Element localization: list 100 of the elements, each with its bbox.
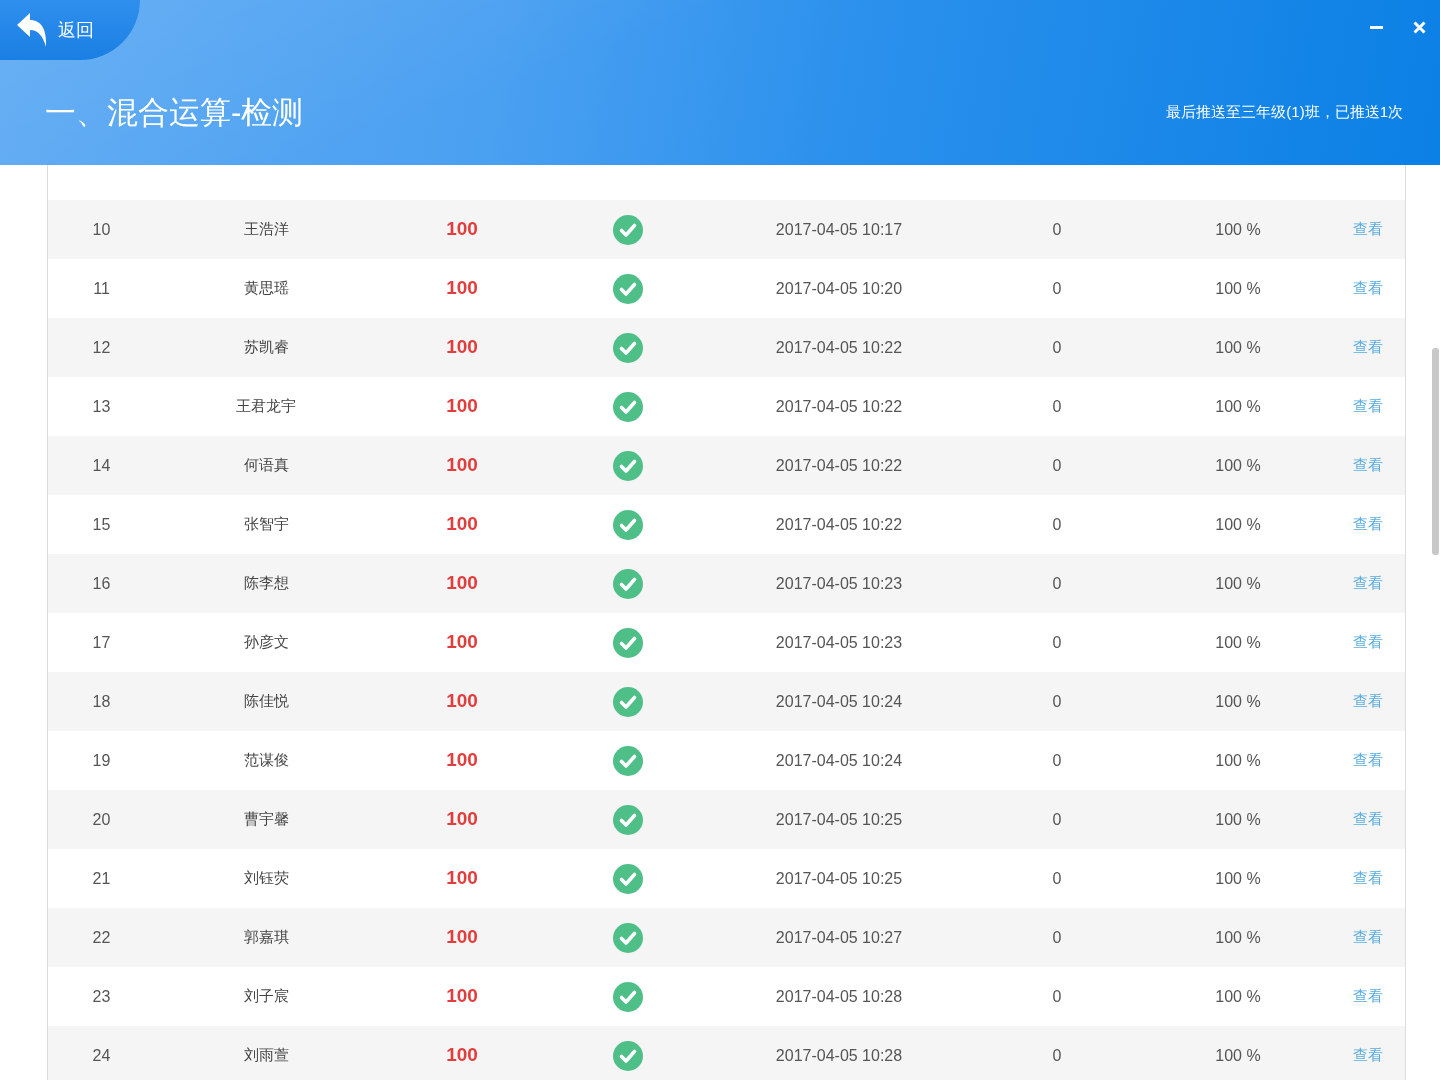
view-link[interactable]: 查看: [1353, 395, 1383, 418]
time-text: 2017-04-05 10:22: [775, 396, 903, 417]
percent-text: 100 %: [1215, 1045, 1261, 1066]
table-cell-text: 0: [1052, 868, 1062, 889]
time-text: 2017-04-05 10:25: [775, 868, 903, 889]
score-text: 100: [446, 335, 478, 360]
percent-text: 100 %: [1215, 868, 1261, 889]
row-number: 17: [92, 632, 111, 653]
view-link[interactable]: 查看: [1353, 218, 1383, 241]
table-cell-text: 0: [1052, 927, 1062, 948]
score-text: 100: [446, 866, 478, 891]
table-cell-text: 0: [1052, 573, 1062, 594]
student-name: 何语真: [243, 455, 289, 476]
student-name: 孙彦文: [243, 632, 289, 653]
table-cell-text: 0: [1052, 632, 1062, 653]
percent-text: 100 %: [1215, 219, 1261, 240]
time-text: 2017-04-05 10:22: [775, 337, 903, 358]
table-cell-text: 0: [1052, 396, 1062, 417]
time-text: 2017-04-05 10:24: [775, 750, 903, 771]
score-text: 100: [446, 453, 478, 478]
time-text: 2017-04-05 10:28: [775, 986, 903, 1007]
table-cell-text: 0: [1052, 1045, 1062, 1066]
view-link[interactable]: 查看: [1353, 985, 1383, 1008]
view-link[interactable]: 查看: [1353, 572, 1383, 595]
percent-text: 100 %: [1215, 514, 1261, 535]
percent-text: 100 %: [1215, 573, 1261, 594]
close-icon[interactable]: [1413, 21, 1426, 34]
time-text: 2017-04-05 10:22: [775, 455, 903, 476]
score-text: 100: [446, 689, 478, 714]
score-text: 100: [446, 394, 478, 419]
view-link[interactable]: 查看: [1353, 808, 1383, 831]
time-text: 2017-04-05 10:23: [775, 573, 903, 594]
score-text: 100: [446, 925, 478, 950]
row-number: 13: [92, 396, 111, 417]
percent-text: 100 %: [1215, 986, 1261, 1007]
table-cell-text: 0: [1052, 455, 1062, 476]
view-link[interactable]: 查看: [1353, 454, 1383, 477]
score-text: 100: [446, 1043, 478, 1068]
student-name: 陈佳悦: [243, 691, 289, 712]
student-name: 苏凯睿: [243, 337, 289, 358]
scrollbar-thumb[interactable]: [1432, 348, 1439, 555]
percent-text: 100 %: [1215, 396, 1261, 417]
view-link[interactable]: 查看: [1353, 926, 1383, 949]
row-number: 21: [92, 868, 111, 889]
time-text: 2017-04-05 10:25: [775, 809, 903, 830]
percent-text: 100 %: [1215, 337, 1261, 358]
row-number: 15: [92, 514, 111, 535]
percent-text: 100 %: [1215, 750, 1261, 771]
score-text: 100: [446, 217, 478, 242]
time-text: 2017-04-05 10:27: [775, 927, 903, 948]
push-status-text: 最后推送至三年级(1)班，已推送1次: [1166, 102, 1403, 123]
percent-text: 100 %: [1215, 691, 1261, 712]
score-text: 100: [446, 807, 478, 832]
row-number: 24: [92, 1045, 111, 1066]
row-number: 10: [92, 219, 111, 240]
score-text: 100: [446, 630, 478, 655]
score-text: 100: [446, 276, 478, 301]
row-number: 19: [92, 750, 111, 771]
view-link[interactable]: 查看: [1353, 1044, 1383, 1067]
view-link[interactable]: 查看: [1353, 631, 1383, 654]
view-link[interactable]: 查看: [1353, 749, 1383, 772]
percent-text: 100 %: [1215, 278, 1261, 299]
row-number: 16: [92, 573, 111, 594]
time-text: 2017-04-05 10:28: [775, 1045, 903, 1066]
view-link[interactable]: 查看: [1353, 513, 1383, 536]
score-text: 100: [446, 748, 478, 773]
student-name: 陈李想: [243, 573, 289, 594]
score-text: 100: [446, 571, 478, 596]
back-arrow-icon: [16, 12, 48, 48]
view-link[interactable]: 查看: [1353, 690, 1383, 713]
table-cell-text: 0: [1052, 986, 1062, 1007]
row-number: 18: [92, 691, 111, 712]
student-name: 刘子宸: [243, 986, 289, 1007]
row-number: 14: [92, 455, 111, 476]
student-name: 刘钰荧: [243, 868, 289, 889]
view-link[interactable]: 查看: [1353, 867, 1383, 890]
time-text: 2017-04-05 10:22: [775, 514, 903, 535]
student-name: 黄思瑶: [243, 278, 289, 299]
table-cell-text: 0: [1052, 809, 1062, 830]
student-name: 王浩洋: [243, 219, 289, 240]
row-number: 20: [92, 809, 111, 830]
view-link[interactable]: 查看: [1353, 277, 1383, 300]
row-number: 11: [93, 278, 110, 299]
score-text: 100: [446, 984, 478, 1009]
percent-text: 100 %: [1215, 927, 1261, 948]
back-button[interactable]: 返回: [0, 0, 140, 60]
table-cell-text: 0: [1052, 337, 1062, 358]
table-cell-text: 0: [1052, 278, 1062, 299]
row-number: 23: [92, 986, 111, 1007]
view-link[interactable]: 查看: [1353, 336, 1383, 359]
percent-text: 100 %: [1215, 455, 1261, 476]
time-text: 2017-04-05 10:23: [775, 632, 903, 653]
score-text: 100: [446, 512, 478, 537]
time-text: 2017-04-05 10:24: [775, 691, 903, 712]
table-cell-text: 0: [1052, 514, 1062, 535]
table-cell-text: 0: [1052, 691, 1062, 712]
percent-text: 100 %: [1215, 632, 1261, 653]
student-name: 张智宇: [243, 514, 289, 535]
percent-text: 100 %: [1215, 809, 1261, 830]
student-name: 曹宇馨: [243, 809, 289, 830]
